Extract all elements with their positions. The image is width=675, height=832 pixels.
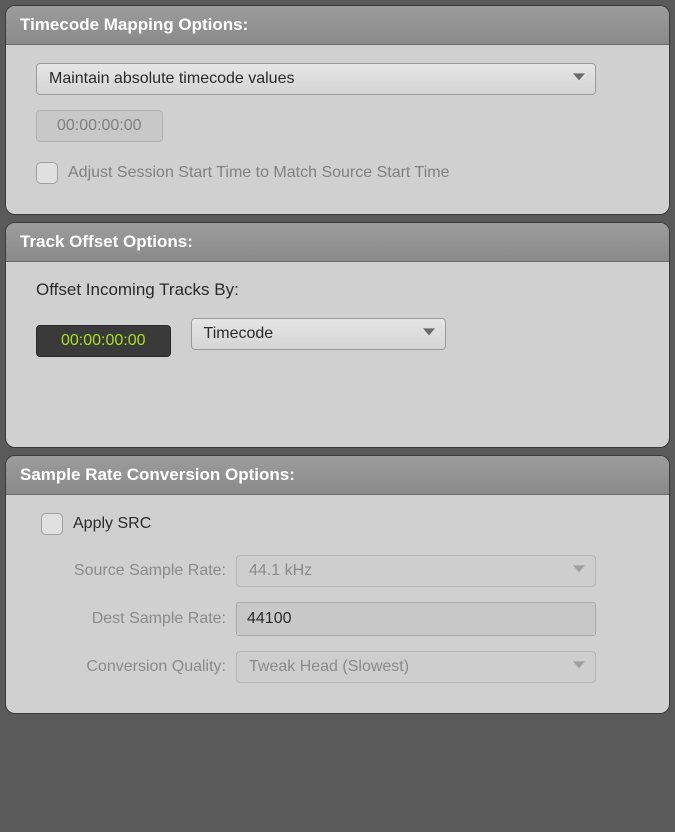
conversion-quality-row: Conversion Quality: Tweak Head (Slowest) <box>36 651 639 683</box>
timecode-mapping-panel: Timecode Mapping Options: Maintain absol… <box>5 5 670 215</box>
conversion-quality-label: Conversion Quality: <box>36 658 226 676</box>
sample-rate-header: Sample Rate Conversion Options: <box>6 456 669 495</box>
dest-sample-rate-row: Dest Sample Rate: <box>36 602 639 636</box>
adjust-start-time-checkbox[interactable] <box>36 162 58 184</box>
apply-src-checkbox[interactable] <box>41 513 63 535</box>
apply-src-label: Apply SRC <box>73 515 151 533</box>
offset-unit-value: Timecode <box>204 325 274 343</box>
chevron-down-icon <box>573 73 585 80</box>
source-sample-rate-dropdown: 44.1 kHz <box>236 555 596 587</box>
apply-src-row: Apply SRC <box>41 513 639 535</box>
adjust-start-time-label: Adjust Session Start Time to Match Sourc… <box>68 164 449 182</box>
conversion-quality-value: Tweak Head (Slowest) <box>249 658 409 676</box>
source-sample-rate-row: Source Sample Rate: 44.1 kHz <box>36 555 639 587</box>
dest-sample-rate-input[interactable] <box>236 602 596 636</box>
track-offset-header: Track Offset Options: <box>6 223 669 262</box>
conversion-quality-dropdown: Tweak Head (Slowest) <box>236 651 596 683</box>
timecode-mapping-dropdown-value: Maintain absolute timecode values <box>49 70 294 88</box>
chevron-down-icon <box>423 328 435 335</box>
track-offset-body: Offset Incoming Tracks By: 00:00:00:00 T… <box>6 262 669 447</box>
sample-rate-body: Apply SRC Source Sample Rate: 44.1 kHz D… <box>6 495 669 713</box>
offset-row: 00:00:00:00 Timecode <box>36 310 639 357</box>
timecode-mapping-timecode-display: 00:00:00:00 <box>36 110 163 142</box>
sample-rate-panel: Sample Rate Conversion Options: Apply SR… <box>5 455 670 714</box>
source-sample-rate-value: 44.1 kHz <box>249 562 312 580</box>
chevron-down-icon <box>573 661 585 668</box>
offset-unit-dropdown[interactable]: Timecode <box>191 318 446 350</box>
chevron-down-icon <box>573 565 585 572</box>
timecode-mapping-body: Maintain absolute timecode values 00:00:… <box>6 45 669 214</box>
track-offset-panel: Track Offset Options: Offset Incoming Tr… <box>5 222 670 448</box>
adjust-start-time-row: Adjust Session Start Time to Match Sourc… <box>36 162 639 184</box>
timecode-mapping-header: Timecode Mapping Options: <box>6 6 669 45</box>
offset-tracks-label: Offset Incoming Tracks By: <box>36 280 639 300</box>
source-sample-rate-label: Source Sample Rate: <box>36 562 226 580</box>
timecode-mapping-dropdown[interactable]: Maintain absolute timecode values <box>36 63 596 95</box>
dest-sample-rate-label: Dest Sample Rate: <box>36 610 226 628</box>
offset-timecode-input[interactable]: 00:00:00:00 <box>36 325 171 357</box>
